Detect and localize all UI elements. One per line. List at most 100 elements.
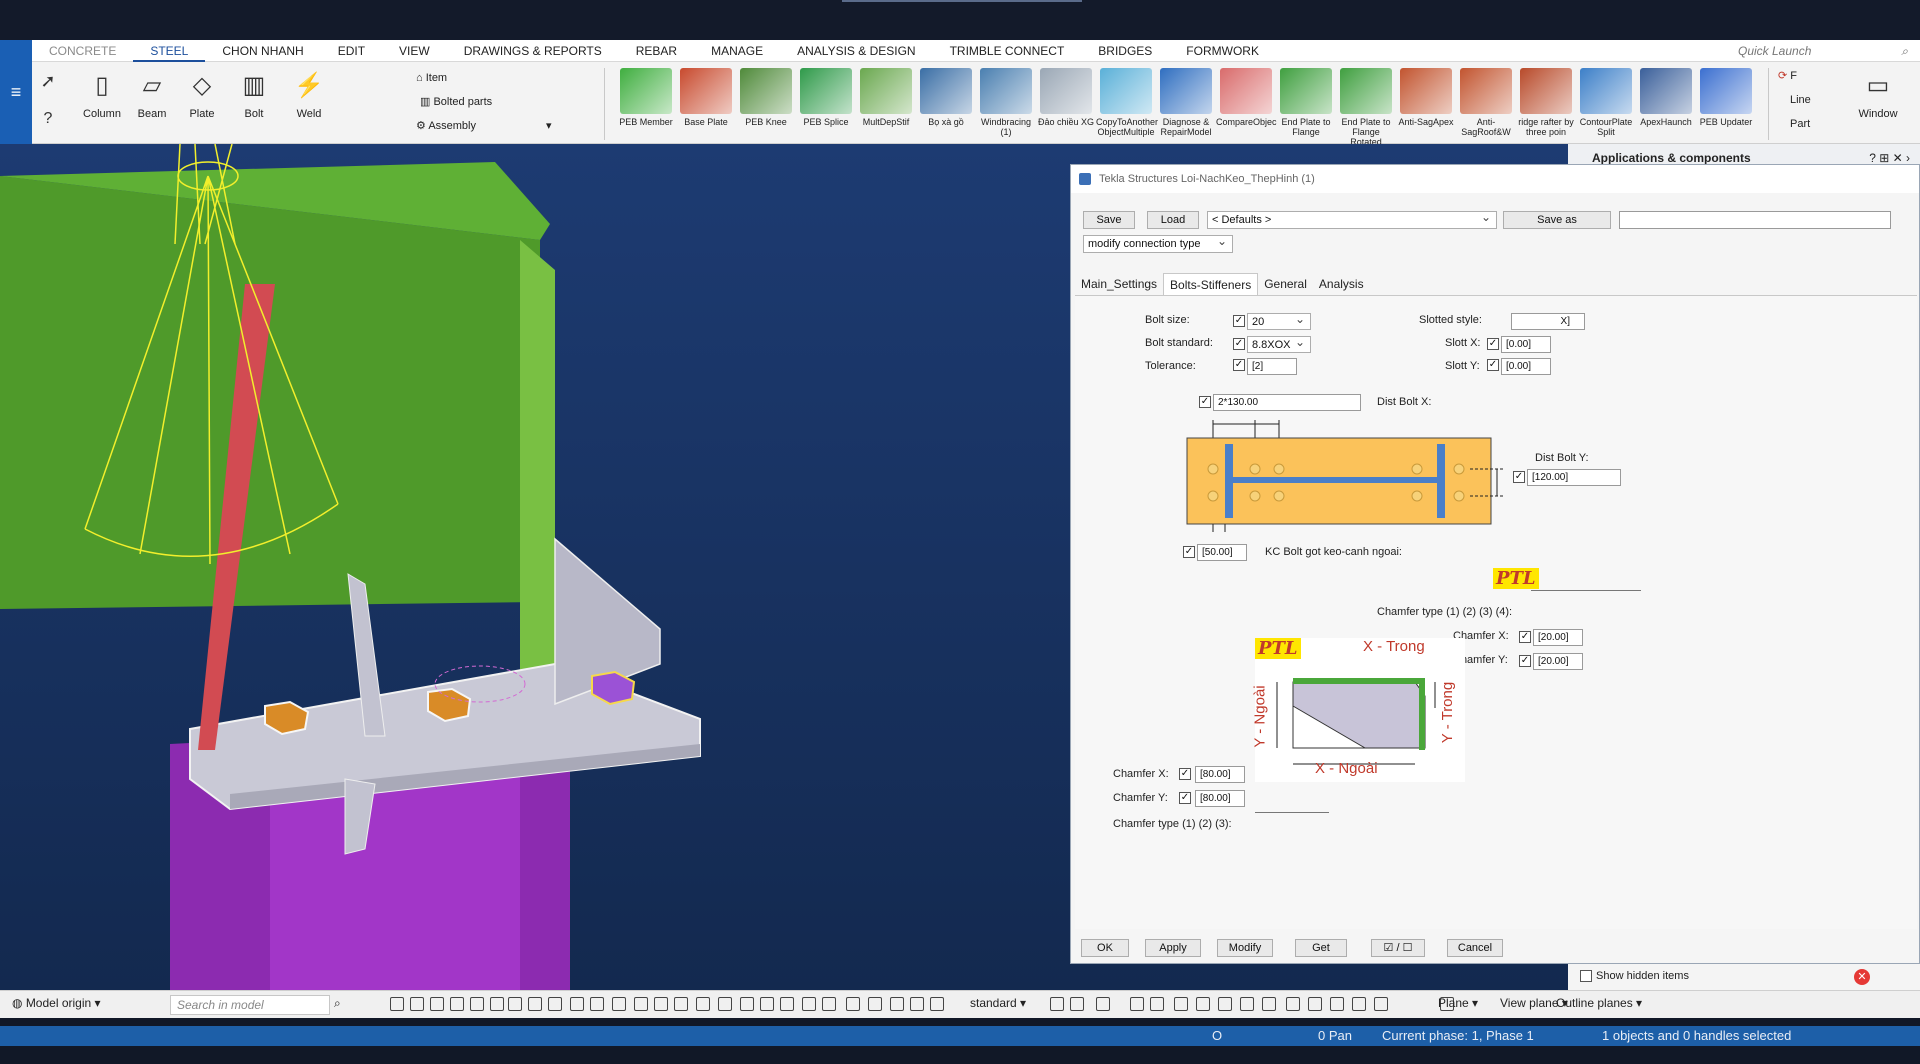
line-command[interactable]: Line [1778,88,1838,112]
snap-tool-icon[interactable] [390,997,404,1011]
kc-bolt-input[interactable]: [50.00] [1197,544,1247,561]
snap-tool-icon[interactable] [1308,997,1322,1011]
component-button[interactable]: ApexHaunch [1636,68,1696,127]
bolt-standard-check[interactable]: ✓ [1233,338,1245,350]
component-button[interactable]: Windbracing (1) [976,68,1036,137]
window-button[interactable]: ▭ Window [1850,66,1906,121]
snap-tool-icon[interactable] [1130,997,1144,1011]
bolted-parts-command[interactable]: ▥ Bolted parts [416,90,552,114]
snap-tool-icon[interactable] [740,997,754,1011]
snap-tool-icon[interactable] [696,997,710,1011]
slott-x-check[interactable]: ✓ [1487,338,1499,350]
tab-bolts-stiffeners[interactable]: Bolts-Stiffeners [1163,273,1259,295]
help-tool-button[interactable]: ? [34,106,62,136]
snap-tool-icon[interactable] [1262,997,1276,1011]
tab-manage[interactable]: MANAGE [694,40,780,62]
weld-button[interactable]: ⚡ Weld [284,66,334,121]
chamfer-x-left-input[interactable]: [80.00] [1195,766,1245,783]
snap-tool-icon[interactable] [780,997,794,1011]
tolerance-check[interactable]: ✓ [1233,359,1245,371]
cancel-button[interactable]: Cancel [1447,939,1503,957]
component-button[interactable]: Đảo chiều XG [1036,68,1096,127]
outline-planes-select[interactable]: Outline planes ▾ [1556,996,1642,1010]
chamfer-y-right-input[interactable]: [20.00] [1533,653,1583,670]
tab-trimble-connect[interactable]: TRIMBLE CONNECT [933,40,1082,62]
component-button[interactable]: Anti-SagApex [1396,68,1456,127]
show-hidden-check[interactable] [1580,970,1592,982]
snap-tool-icon[interactable] [868,997,882,1011]
snap-tool-icon[interactable] [410,997,424,1011]
tab-formwork[interactable]: FORMWORK [1169,40,1276,62]
chamfer-x-right-input[interactable]: [20.00] [1533,629,1583,646]
component-button[interactable]: PEB Knee [736,68,796,127]
ok-button[interactable]: OK [1081,939,1129,957]
snap-tool-icon[interactable] [654,997,668,1011]
snap-tool-icon[interactable] [1070,997,1084,1011]
chamfer-y-left-check[interactable]: ✓ [1179,792,1191,804]
tab-analysis-design[interactable]: ANALYSIS & DESIGN [780,40,932,62]
snap-tool-icon[interactable] [1050,997,1064,1011]
bolt-size-check[interactable]: ✓ [1233,315,1245,327]
search-in-model-input[interactable]: Search in model [170,995,330,1015]
component-button[interactable]: Bọ xà gồ [916,68,976,127]
snap-tool-icon[interactable] [634,997,648,1011]
quick-launch-input[interactable]: Quick Launch ⌕ [1738,42,1908,60]
component-button[interactable]: Base Plate [676,68,736,127]
tab-general[interactable]: General [1258,273,1313,295]
chamfer-x-left-check[interactable]: ✓ [1179,768,1191,780]
component-button[interactable]: PEB Updater [1696,68,1756,127]
chamfer-y-right-check[interactable]: ✓ [1519,655,1531,667]
tab-drawings-reports[interactable]: DRAWINGS & REPORTS [447,40,619,62]
dist-bolt-x-input[interactable]: 2*130.00 [1213,394,1361,411]
component-button[interactable]: CopyToAnother ObjectMultiple [1096,68,1158,137]
component-button[interactable]: ContourPlate Split [1576,68,1636,137]
snap-tool-icon[interactable] [528,997,542,1011]
slott-x-input[interactable]: [0.00] [1501,336,1551,353]
snap-tool-icon[interactable] [612,997,626,1011]
get-button[interactable]: Get [1295,939,1347,957]
modify-button[interactable]: Modify [1217,939,1273,957]
snap-tool-icon[interactable] [590,997,604,1011]
tab-analysis[interactable]: Analysis [1313,273,1370,295]
snap-tool-icon[interactable] [1240,997,1254,1011]
chamfer-y-left-input[interactable]: [80.00] [1195,790,1245,807]
snap-tool-icon[interactable] [1286,997,1300,1011]
component-button[interactable]: Diagnose & RepairModel [1156,68,1216,137]
snap-tool-icon[interactable] [508,997,522,1011]
tab-view[interactable]: VIEW [382,40,447,62]
snap-tool-icon[interactable] [802,997,816,1011]
save-as-button[interactable]: Save as [1503,211,1611,229]
standard-select[interactable]: standard ▾ [970,996,1026,1010]
component-button[interactable]: CompareObjec [1216,68,1277,127]
component-button[interactable]: Anti-SagRoof&W [1456,68,1516,137]
dist-bolt-y-check[interactable]: ✓ [1513,471,1525,483]
snap-tool-icon[interactable] [1330,997,1344,1011]
snap-tool-icon[interactable] [470,997,484,1011]
snap-tool-icon[interactable] [1096,997,1110,1011]
bolt-button[interactable]: ▥ Bolt [232,66,276,121]
dist-bolt-x-check[interactable]: ✓ [1199,396,1211,408]
tab-concrete[interactable]: CONCRETE [32,40,133,62]
tab-rebar[interactable]: REBAR [619,40,694,62]
snap-tool-icon[interactable] [1374,997,1388,1011]
plate-button[interactable]: ◇ Plate [180,66,224,121]
search-icon[interactable]: ⌕ [334,996,341,1011]
component-button[interactable]: End Plate to Flange [1276,68,1336,137]
snap-tool-icon[interactable] [822,997,836,1011]
slott-y-check[interactable]: ✓ [1487,359,1499,371]
file-menu-button[interactable]: ≡ [0,40,32,144]
kc-bolt-check[interactable]: ✓ [1183,546,1195,558]
tab-chon-nhanh[interactable]: CHON NHANH [205,40,320,62]
tab-main-settings[interactable]: Main_Settings [1075,273,1163,295]
dist-bolt-y-input[interactable]: [120.00] [1527,469,1621,486]
snap-tool-icon[interactable] [450,997,464,1011]
snap-tool-icon[interactable] [570,997,584,1011]
snap-tool-icon[interactable] [1174,997,1188,1011]
slotted-style-select[interactable]: X] [1511,313,1585,330]
bolt-size-select[interactable]: 20 [1247,311,1311,330]
beam-button[interactable]: ▱ Beam [130,66,174,121]
slott-y-input[interactable]: [0.00] [1501,358,1551,375]
snap-tool-icon[interactable] [1150,997,1164,1011]
column-button[interactable]: ▯ Column [80,66,124,121]
toggle-all-button[interactable]: ☑ / ☐ [1371,939,1425,957]
